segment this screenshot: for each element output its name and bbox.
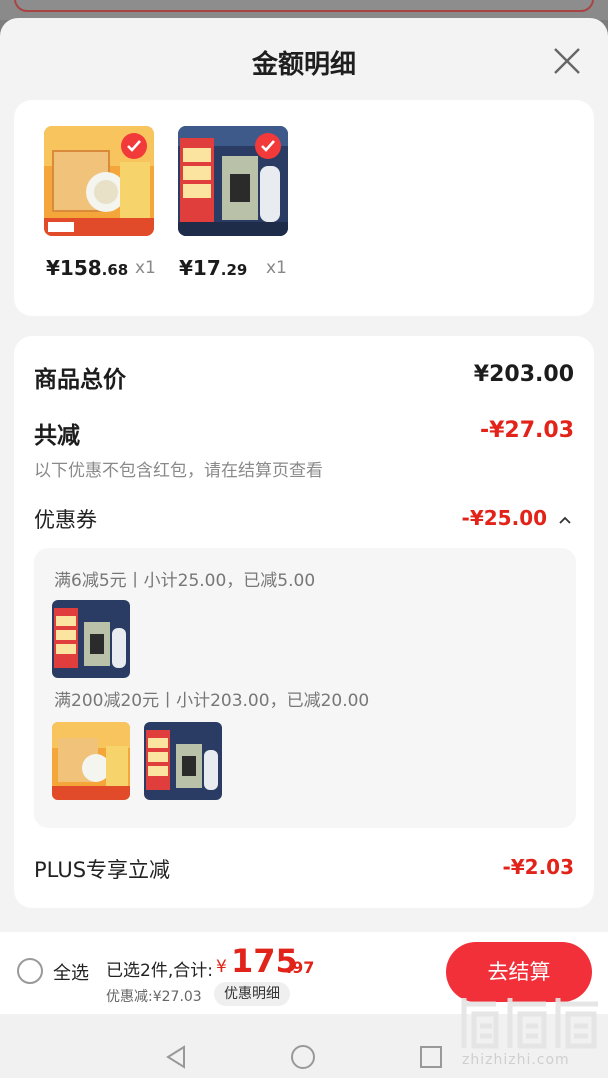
back-icon[interactable] <box>164 1044 190 1070</box>
product-price-2: ¥17.29 <box>179 256 247 280</box>
total-price-amount: ¥203.00 <box>473 362 574 387</box>
check-icon <box>121 133 147 159</box>
home-icon[interactable] <box>290 1044 316 1070</box>
discount-detail-button[interactable]: 优惠明细 <box>214 982 290 1006</box>
chevron-up-icon <box>559 516 571 524</box>
recents-icon[interactable] <box>418 1044 444 1070</box>
price-integer: ¥158 <box>46 256 102 280</box>
product-qty-1: x1 <box>135 258 156 278</box>
discount-summary: 优惠减:¥27.03 <box>106 989 202 1005</box>
coupon-details: 满6减5元丨小计25.00，已减5.00 满200减20元丨小计203.00，已… <box>34 548 576 828</box>
background-pill <box>14 0 594 12</box>
close-icon[interactable] <box>550 44 584 78</box>
plus-discount-label: PLUS专享立减 <box>34 858 171 882</box>
sheet-title: 金额明细 <box>251 50 356 80</box>
coupon-product-thumb <box>144 722 222 800</box>
coupon-product-thumb <box>52 722 130 800</box>
product-price-1: ¥158.68 <box>46 256 128 280</box>
check-icon <box>255 133 281 159</box>
price-decimal: .29 <box>220 261 248 279</box>
plus-discount-amount: -¥2.03 <box>502 855 574 879</box>
coupon-rule-2: 满200减20元丨小计203.00，已减20.00 <box>54 691 370 711</box>
total-price-label: 商品总价 <box>34 367 126 393</box>
select-all-radio[interactable] <box>17 958 43 984</box>
coupon-toggle[interactable]: -¥25.00 <box>462 506 572 530</box>
selected-count-text: 已选2件,合计: <box>106 961 213 981</box>
total-discount-label: 共减 <box>34 423 80 449</box>
total-discount-amount: -¥27.03 <box>479 418 574 443</box>
total-decimal: .97 <box>286 958 315 977</box>
discount-note: 以下优惠不包含红包，请在结算页查看 <box>34 461 323 481</box>
background-cart-strip <box>0 0 608 20</box>
price-decimal: .68 <box>101 261 129 279</box>
price-integer: ¥17 <box>179 256 221 280</box>
summary-card: 商品总价 ¥203.00 共减 -¥27.03 以下优惠不包含红包，请在结算页查… <box>14 336 594 908</box>
coupon-product-thumb <box>52 600 130 678</box>
product-image-2[interactable] <box>178 126 288 236</box>
products-card: ¥158.68 x1 ¥17.29 x1 <box>14 100 594 316</box>
total-currency: ¥ <box>216 957 227 977</box>
amount-detail-sheet: 金额明细 ¥158.68 x1 ¥17.29 x1 商品总价 ¥203.00 共… <box>0 18 608 1078</box>
select-all-label[interactable]: 全选 <box>53 959 89 985</box>
product-qty-2: x1 <box>266 258 287 278</box>
product-image-1[interactable] <box>44 126 154 236</box>
coupon-rule-1: 满6减5元丨小计25.00，已减5.00 <box>54 571 316 591</box>
coupon-amount: -¥25.00 <box>461 506 548 530</box>
watermark-text: zhizhizhi.com <box>462 1052 570 1068</box>
coupon-label: 优惠券 <box>34 508 97 532</box>
